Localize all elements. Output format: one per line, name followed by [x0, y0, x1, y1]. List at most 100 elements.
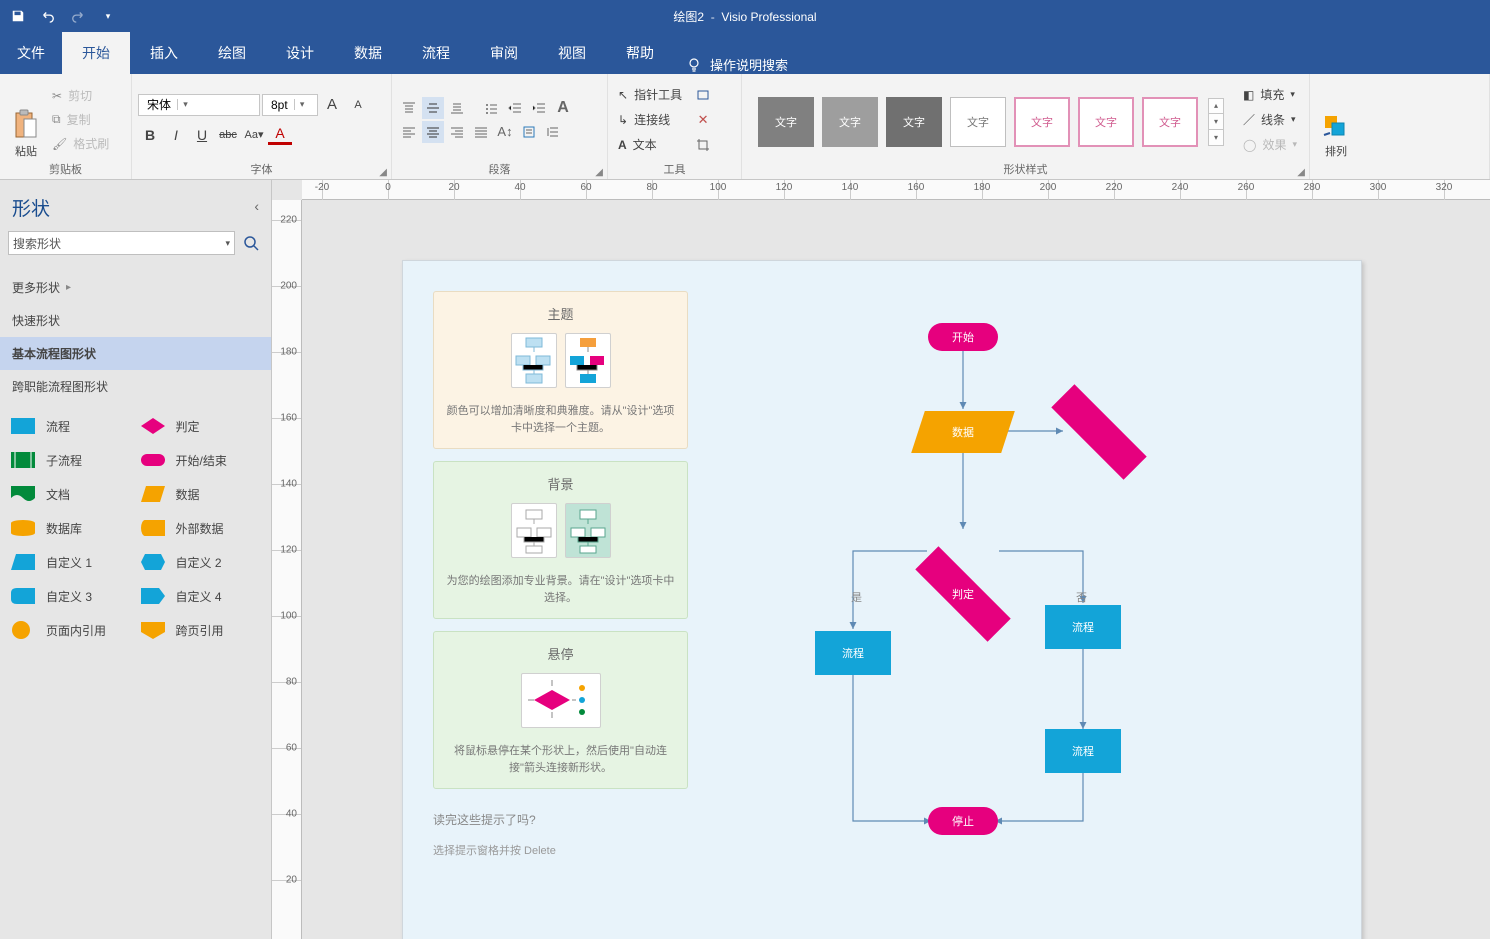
style-item[interactable]: 文字: [758, 97, 814, 147]
crop-tool-icon[interactable]: [692, 134, 714, 156]
shape-offpage-ref[interactable]: 跨页引用: [140, 621, 262, 639]
text-tool[interactable]: A文本: [618, 134, 682, 156]
redo-icon[interactable]: [66, 4, 90, 28]
tab-review[interactable]: 审阅: [470, 32, 538, 74]
fill-button[interactable]: ◧填充▾: [1243, 84, 1297, 106]
font-size-combo[interactable]: 8pt▾: [262, 94, 318, 116]
style-item[interactable]: 文字: [1142, 97, 1198, 147]
shape-decision[interactable]: 判定: [140, 417, 262, 435]
font-color-button[interactable]: A: [268, 125, 292, 145]
font-name-combo[interactable]: 宋体▾: [138, 94, 260, 116]
tab-process[interactable]: 流程: [402, 32, 470, 74]
align-mid-icon[interactable]: [422, 97, 444, 119]
shape-data[interactable]: 数据: [140, 485, 262, 503]
align-right-icon[interactable]: [446, 121, 468, 143]
text-icon: A: [618, 138, 627, 152]
search-icon[interactable]: [239, 231, 263, 255]
quick-shapes-row[interactable]: 快速形状: [0, 304, 271, 337]
tip-theme[interactable]: 主题 颜色可以增加清晰度和典雅度。请从"设计"选项卡中选择一个主题。: [433, 291, 688, 449]
bullets-icon[interactable]: [480, 97, 502, 119]
spacing-icon[interactable]: [542, 121, 564, 143]
style-item[interactable]: 文字: [886, 97, 942, 147]
underline-button[interactable]: U: [190, 124, 214, 146]
shape-search-input[interactable]: 搜索形状▾: [8, 231, 235, 255]
align-center-icon[interactable]: [422, 121, 444, 143]
styles-launcher-icon[interactable]: ◢: [1297, 167, 1305, 178]
canvas[interactable]: -200204060801001201401601802002202402602…: [272, 180, 1490, 939]
case-button[interactable]: Aa▾: [242, 124, 266, 146]
node-process-3[interactable]: 流程: [1045, 729, 1121, 773]
shape-external-data[interactable]: 外部数据: [140, 519, 262, 537]
strike-button[interactable]: abc: [216, 124, 240, 146]
save-icon[interactable]: [6, 4, 30, 28]
shape-subprocess[interactable]: 子流程: [10, 451, 132, 469]
para-launcher-icon[interactable]: ◢: [595, 167, 603, 178]
node-decision-2[interactable]: [1063, 411, 1135, 453]
node-start[interactable]: 开始: [928, 323, 998, 351]
node-stop[interactable]: 停止: [928, 807, 998, 835]
connector-tool[interactable]: ↳连接线: [618, 109, 682, 131]
indent-inc-icon[interactable]: [528, 97, 550, 119]
shape-process[interactable]: 流程: [10, 417, 132, 435]
style-item[interactable]: 文字: [822, 97, 878, 147]
connector-icon: ↳: [618, 113, 628, 127]
shape-onpage-ref[interactable]: 页面内引用: [10, 621, 132, 639]
tab-home[interactable]: 开始: [62, 32, 130, 74]
cross-functional-row[interactable]: 跨职能流程图形状: [0, 370, 271, 403]
tip-hover[interactable]: 悬停 将鼠标悬停在某个形状上，然后使用"自动连接"箭头连接新形状。: [433, 631, 688, 789]
style-item[interactable]: 文字: [1078, 97, 1134, 147]
shape-custom2[interactable]: 自定义 2: [140, 553, 262, 571]
tab-draw[interactable]: 绘图: [198, 32, 266, 74]
node-process-1[interactable]: 流程: [815, 631, 891, 675]
text-dir-icon[interactable]: A↕: [494, 121, 516, 143]
style-item[interactable]: 文字: [1014, 97, 1070, 147]
more-shapes-row[interactable]: 更多形状▸: [0, 271, 271, 304]
shape-custom1[interactable]: 自定义 1: [10, 553, 132, 571]
shape-style-gallery[interactable]: 文字 文字 文字 文字 文字 文字 文字 ▴▾▾: [748, 78, 1226, 161]
close-tool-icon[interactable]: ✕: [692, 109, 714, 131]
tab-data[interactable]: 数据: [334, 32, 402, 74]
tab-design[interactable]: 设计: [266, 32, 334, 74]
line-button[interactable]: ／线条▾: [1243, 109, 1297, 131]
paste-button[interactable]: 粘贴: [6, 78, 46, 161]
align-bot-icon[interactable]: [446, 97, 468, 119]
tab-view[interactable]: 视图: [538, 32, 606, 74]
shape-database[interactable]: 数据库: [10, 519, 132, 537]
qat-dropdown-icon[interactable]: ▾: [96, 4, 120, 28]
rotate-text-icon[interactable]: [518, 121, 540, 143]
pointer-tool[interactable]: ↖指针工具: [618, 84, 682, 106]
node-decision[interactable]: 判定: [927, 573, 999, 615]
tab-insert[interactable]: 插入: [130, 32, 198, 74]
tab-help[interactable]: 帮助: [606, 32, 674, 74]
arrange-button[interactable]: 排列: [1316, 78, 1356, 161]
drawing-page[interactable]: 主题 颜色可以增加清晰度和典雅度。请从"设计"选项卡中选择一个主题。 背景 为您…: [402, 260, 1362, 939]
gallery-spinner[interactable]: ▴▾▾: [1208, 98, 1224, 146]
shrink-font-icon[interactable]: A: [346, 94, 370, 116]
font-launcher-icon[interactable]: ◢: [379, 167, 387, 178]
align-top-icon[interactable]: [398, 97, 420, 119]
rectangle-tool-icon[interactable]: [692, 84, 714, 106]
shape-custom3[interactable]: 自定义 3: [10, 587, 132, 605]
basic-flowchart-row[interactable]: 基本流程图形状: [0, 337, 271, 370]
shape-document[interactable]: 文档: [10, 485, 132, 503]
shape-custom4[interactable]: 自定义 4: [140, 587, 262, 605]
bold-button[interactable]: B: [138, 124, 162, 146]
undo-icon[interactable]: [36, 4, 60, 28]
indent-dec-icon[interactable]: [504, 97, 526, 119]
grow-font-icon[interactable]: A: [320, 94, 344, 116]
file-tab[interactable]: 文件: [0, 32, 62, 74]
align-left-icon[interactable]: [398, 121, 420, 143]
tell-me-search[interactable]: 操作说明搜索: [686, 55, 788, 74]
tip-background[interactable]: 背景 为您的绘图添加专业背景。请在"设计"选项卡中选择。: [433, 461, 688, 619]
italic-button[interactable]: I: [164, 124, 188, 146]
para-big-a-icon[interactable]: A: [552, 97, 574, 119]
effects-button: ◯效果▾: [1243, 134, 1297, 156]
shape-terminator[interactable]: 开始/结束: [140, 451, 262, 469]
justify-icon[interactable]: [470, 121, 492, 143]
collapse-pane-icon[interactable]: ‹: [254, 198, 259, 214]
effects-icon: ◯: [1243, 138, 1256, 152]
style-item[interactable]: 文字: [950, 97, 1006, 147]
node-process-2[interactable]: 流程: [1045, 605, 1121, 649]
node-data[interactable]: 数据: [911, 411, 1015, 453]
chevron-down-icon[interactable]: ▾: [225, 238, 230, 249]
